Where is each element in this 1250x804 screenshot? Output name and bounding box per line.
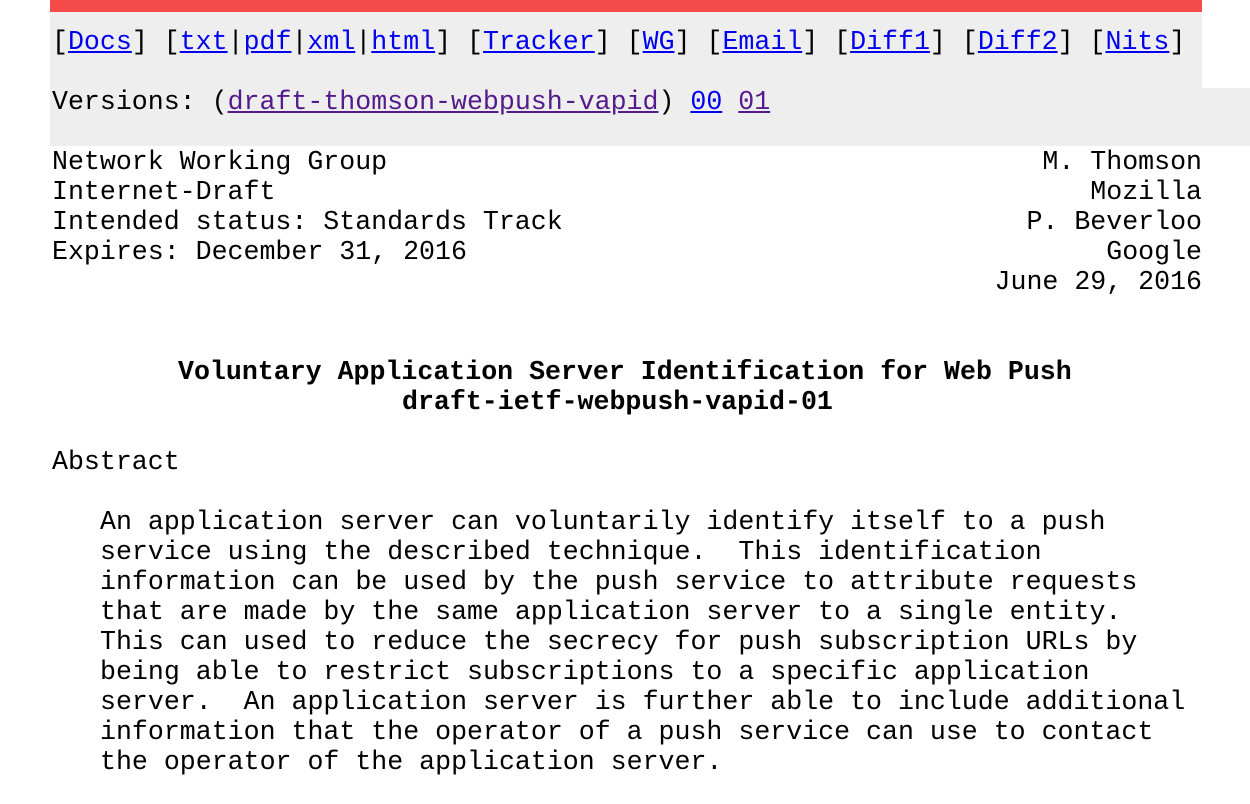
header-date: June 29, 2016 <box>994 267 1202 297</box>
version-00-link[interactable]: 00 <box>690 87 722 117</box>
txt-link[interactable]: txt <box>180 27 228 57</box>
diff2-link[interactable]: Diff2 <box>978 27 1058 57</box>
xml-link[interactable]: xml <box>307 27 355 57</box>
nits-link[interactable]: Nits <box>1106 27 1170 57</box>
header-affiliation-2: Google <box>1106 237 1202 267</box>
header-author-2: P. Beverloo <box>1026 207 1202 237</box>
abstract-heading: Abstract <box>52 447 180 477</box>
abstract-line: information can be used by the push serv… <box>100 567 1138 597</box>
document-nav-bar: [Docs] [txt|pdf|xml|html] [Tracker] [WG]… <box>52 27 1186 57</box>
abstract-line: service using the described technique. T… <box>100 537 1042 567</box>
diff1-link[interactable]: Diff1 <box>850 27 930 57</box>
abstract-line: information that the operator of a push … <box>100 717 1154 747</box>
pdf-link[interactable]: pdf <box>244 27 292 57</box>
versions-suffix: ) <box>658 87 675 117</box>
previous-draft-link[interactable]: draft-thomson-webpush-vapid <box>228 87 659 117</box>
document-title: Voluntary Application Server Identificat… <box>178 357 1072 387</box>
abstract-line: that are made by the same application se… <box>100 597 1122 627</box>
version-01-link[interactable]: 01 <box>738 87 770 117</box>
header-expires: Expires: December 31, 2016 <box>52 237 467 267</box>
tracker-link[interactable]: Tracker <box>483 27 595 57</box>
abstract-line: the operator of the application server. <box>100 747 723 777</box>
nav-panel-extension <box>1202 88 1250 146</box>
header-author-1: M. Thomson <box>1042 147 1202 177</box>
header-intended-status: Intended status: Standards Track <box>52 207 563 237</box>
versions-bar: Versions: (draft-thomson-webpush-vapid) … <box>52 87 770 117</box>
document-draft-name: draft-ietf-webpush-vapid-01 <box>402 387 833 417</box>
email-link[interactable]: Email <box>722 27 802 57</box>
abstract-line: This can used to reduce the secrecy for … <box>100 627 1138 657</box>
abstract-line: being able to restrict subscriptions to … <box>100 657 1090 687</box>
header-accent-bar <box>50 0 1202 12</box>
docs-link[interactable]: Docs <box>68 27 132 57</box>
abstract-line: server. An application server is further… <box>100 687 1186 717</box>
versions-prefix: Versions: ( <box>52 87 228 117</box>
header-working-group: Network Working Group <box>52 147 388 177</box>
wg-link[interactable]: WG <box>643 27 675 57</box>
header-doc-type: Internet-Draft <box>52 177 276 207</box>
header-affiliation-1: Mozilla <box>1090 177 1202 207</box>
abstract-line: An application server can voluntarily id… <box>100 507 1106 537</box>
html-link[interactable]: html <box>371 27 435 57</box>
